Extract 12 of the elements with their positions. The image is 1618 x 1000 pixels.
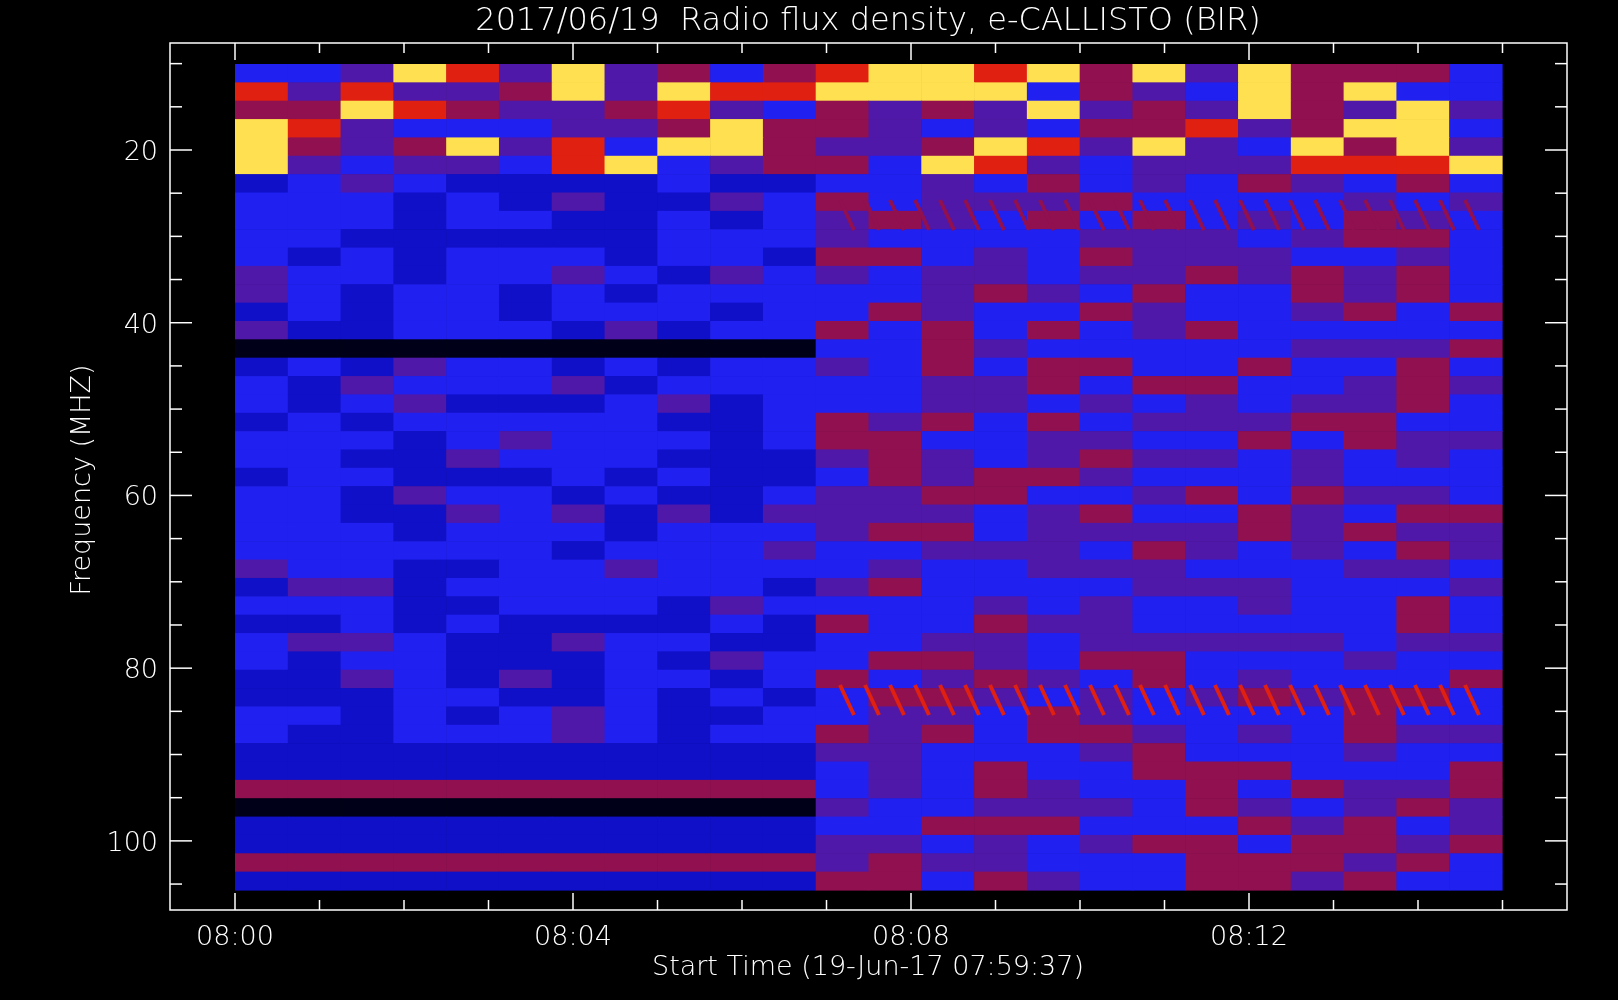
- x-tick-label: 08:12: [1210, 920, 1288, 951]
- x-tick-label: 08:00: [196, 920, 274, 951]
- plot-title: 2017/06/19 Radio flux density, e-CALLISTO (BIR): [475, 0, 1261, 38]
- y-tick-label: 60: [123, 480, 158, 512]
- x-axis-label: Start Time (19-Jun-17 07:59:37): [652, 950, 1084, 981]
- y-axis-label: Frequency (MHZ): [65, 364, 96, 596]
- y-tick-label: 80: [123, 653, 158, 685]
- y-tick-label: 100: [106, 825, 158, 857]
- x-tick-label: 08:04: [534, 920, 612, 951]
- x-tick-label: 08:08: [872, 920, 950, 951]
- y-tick-label: 40: [123, 307, 158, 339]
- y-tick-label: 20: [123, 135, 158, 166]
